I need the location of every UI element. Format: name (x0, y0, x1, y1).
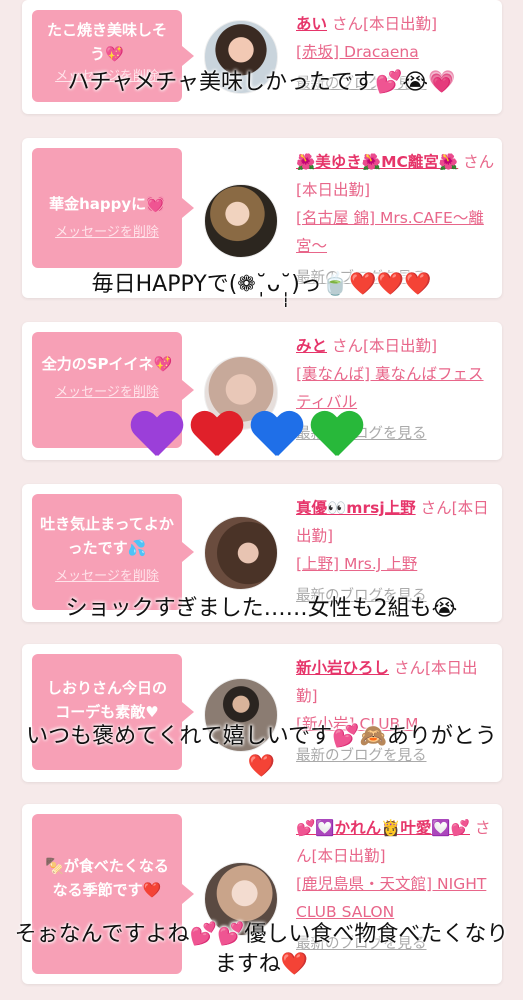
message-text: たこ焼き美味しそう💖 (46, 21, 167, 63)
overlay-comment: ハチャメチャ美味しかったです💕😭💗 (67, 70, 456, 95)
shop-link[interactable]: [鹿児島県・天文館] NIGHT CLUB SALON (296, 875, 486, 921)
shop-link[interactable]: [上野] Mrs.J 上野 (296, 555, 417, 573)
cast-status: さん[本日出勤] (331, 15, 438, 33)
cast-name-link[interactable]: 新小岩ひろし (296, 659, 389, 677)
cast-name-link[interactable]: 💕💟かれん👸叶愛💟💕 (296, 819, 470, 837)
delete-message-link[interactable]: メッセージを削除 (40, 384, 174, 402)
shop-link[interactable]: [名古屋 錦] Mrs.CAFE〜離宮〜 (296, 209, 484, 255)
cast-name-link[interactable]: みと (296, 337, 327, 355)
cast-name-link[interactable]: 🌺美ゆき🌺MC離宮🌺 (296, 153, 458, 171)
cast-status: さん[本日出勤] (331, 337, 438, 355)
green-heart-icon (310, 412, 364, 460)
message-text: 全力のSPイイネ💖 (41, 355, 173, 373)
avatar[interactable] (204, 516, 278, 590)
cast-name-link[interactable]: あい (296, 15, 327, 33)
message-text: しおりさん今日のコーデも素敵♥ (46, 679, 167, 721)
purple-heart-icon (130, 412, 184, 460)
red-heart-icon (190, 412, 244, 460)
delete-message-link[interactable]: メッセージを削除 (40, 224, 174, 242)
shop-link[interactable]: [裏なんば] 裏なんばフェスティバル (296, 365, 484, 411)
delete-message-link[interactable]: メッセージを削除 (40, 568, 174, 586)
cast-name-link[interactable]: 真優👀mrsj上野 (296, 499, 416, 517)
overlay-comment: いつも褒めてくれて嬉しいです💕🙈ありがとう❤️ (26, 724, 497, 779)
shop-link[interactable]: [赤坂] Dracaena (296, 43, 419, 61)
cast-info: 真優👀mrsj上野 さん[本日出勤] [上野] Mrs.J 上野 最新のブログを… (296, 494, 496, 610)
overlay-comment: 💜❤️💙💚 (130, 412, 390, 468)
message-bubble: 華金happyに💓 メッセージを削除 (32, 148, 194, 268)
message-text: 吐き気止まってよかったです💦 (40, 515, 174, 557)
message-bubble: 吐き気止まってよかったです💦 メッセージを削除 (32, 494, 194, 610)
message-text: 華金happyに💓 (49, 195, 165, 213)
avatar[interactable] (204, 184, 278, 258)
message-text: 🍢が食べたくなるなる季節です❤️ (45, 857, 169, 899)
overlay-comment: そぉなんですよね💕💕優しい食べ物食べたくなりますね❤️ (14, 922, 509, 977)
blue-heart-icon (250, 412, 304, 460)
overlay-comment: 毎日HAPPYで(❁˘̩̩̩ᴗ˘̩̩̩)っ🍵❤️❤️❤️ (91, 272, 432, 297)
overlay-comment: ショックすぎました……女性も2組も😭 (65, 596, 458, 621)
